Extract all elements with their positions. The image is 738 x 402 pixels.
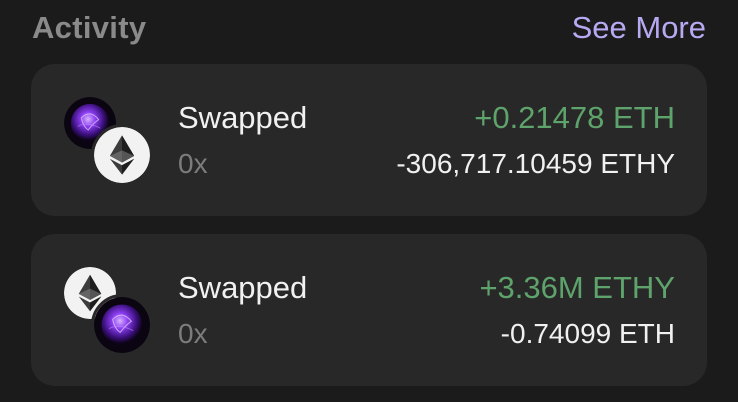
activity-screen: Activity See More Swapped 0x +0.21478 ET… xyxy=(0,0,738,402)
activity-item[interactable]: Swapped 0x +3.36M ETHY -0.74099 ETH xyxy=(31,234,707,386)
activity-item[interactable]: Swapped 0x +0.21478 ETH -306,717.10459 E… xyxy=(31,64,707,216)
purple-orb-token-icon xyxy=(91,294,153,356)
amount-sent: -0.74099 ETH xyxy=(500,318,675,349)
section-title: Activity xyxy=(32,10,147,45)
see-more-link[interactable]: See More xyxy=(572,10,706,46)
activity-protocol: 0x xyxy=(178,318,208,349)
amount-received: +3.36M ETHY xyxy=(479,270,675,305)
activity-protocol: 0x xyxy=(178,148,208,179)
amount-sent: -306,717.10459 ETHY xyxy=(396,148,675,179)
token-pair-icons xyxy=(61,94,153,186)
activity-header: Activity See More xyxy=(32,6,706,50)
token-pair-icons xyxy=(61,264,153,356)
activity-title: Swapped xyxy=(178,100,308,135)
amount-received: +0.21478 ETH xyxy=(474,100,675,135)
ethereum-icon xyxy=(91,124,153,186)
activity-title: Swapped xyxy=(178,270,308,305)
